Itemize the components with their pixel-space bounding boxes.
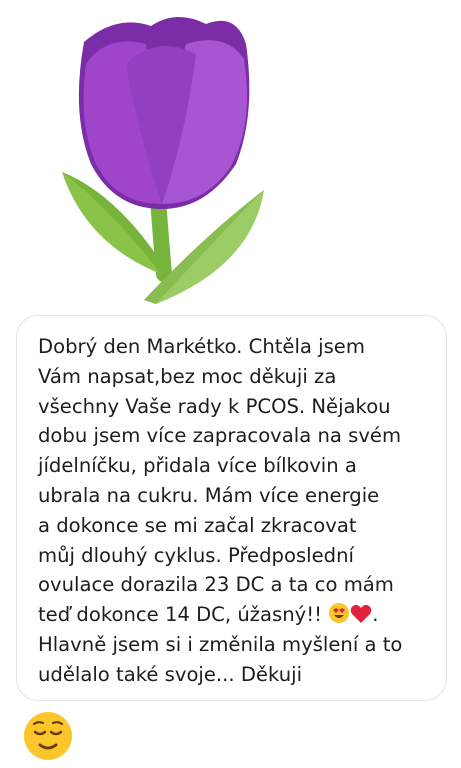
tulip-icon bbox=[62, 16, 264, 304]
message-body: Dobrý den Markétko. Chtěla jsem Vám naps… bbox=[38, 335, 402, 627]
smiling-face-with-heart-eyes-icon bbox=[328, 603, 350, 626]
red-heart-icon bbox=[350, 603, 372, 626]
relieved-face-icon bbox=[24, 712, 72, 760]
message-text: Dobrý den Markétko. Chtěla jsem Vám naps… bbox=[38, 332, 438, 690]
